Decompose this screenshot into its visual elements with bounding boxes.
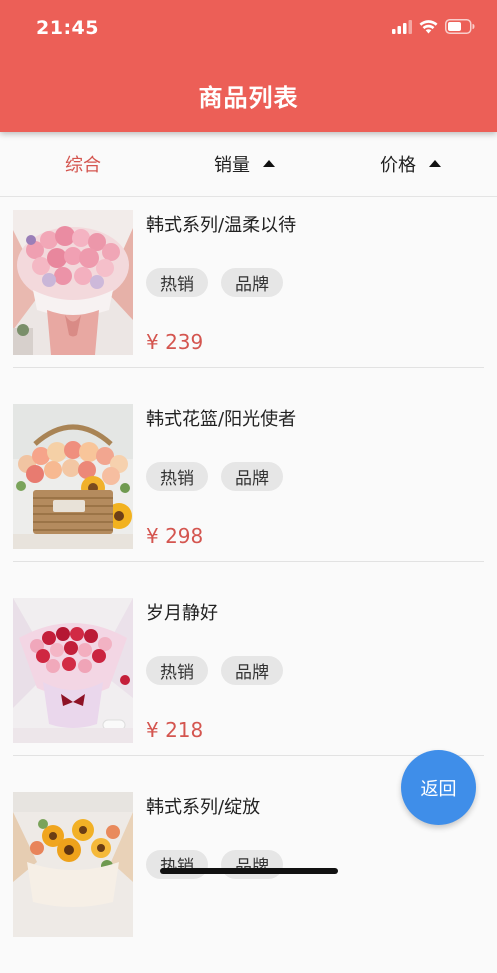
product-tags: 热销 品牌 xyxy=(146,850,283,879)
page-title: 商品列表 xyxy=(198,84,299,112)
status-time: 21:45 xyxy=(36,17,99,39)
tag-hot: 热销 xyxy=(146,850,208,879)
sort-tab-label: 综合 xyxy=(65,155,101,176)
sort-caret-up-icon xyxy=(429,159,441,167)
sort-tab-price[interactable]: 价格 xyxy=(380,132,441,196)
product-price: ¥ 239 xyxy=(146,330,204,354)
divider xyxy=(13,367,484,368)
sort-tab-label: 销量 xyxy=(214,155,250,176)
sort-tab-comprehensive[interactable]: 综合 xyxy=(65,132,101,196)
product-image-flower-basket xyxy=(13,404,133,549)
product-item[interactable]: 岁月静好 热销 品牌 ¥ 218 xyxy=(0,585,497,779)
back-button-label: 返回 xyxy=(420,778,457,800)
product-item[interactable]: 韩式花篮/阳光使者 热销 品牌 ¥ 298 xyxy=(0,391,497,585)
home-indicator xyxy=(160,868,338,874)
product-tags: 热销 品牌 xyxy=(146,656,283,685)
product-image-bouquet xyxy=(13,210,133,355)
product-price: ¥ 218 xyxy=(146,718,204,742)
wifi-icon xyxy=(419,19,438,33)
tag-brand: 品牌 xyxy=(221,462,283,491)
product-image-sunflower-bouquet xyxy=(13,792,133,937)
battery-icon xyxy=(445,19,475,34)
product-name: 岁月静好 xyxy=(146,603,218,624)
product-item[interactable]: 韩式系列/温柔以待 热销 品牌 ¥ 239 xyxy=(0,197,497,391)
sort-bar: 综合 销量 价格 xyxy=(0,132,497,197)
tag-brand: 品牌 xyxy=(221,850,283,879)
product-price: ¥ 298 xyxy=(146,524,204,548)
sort-tab-sales[interactable]: 销量 xyxy=(214,132,275,196)
tag-hot: 热销 xyxy=(146,268,208,297)
sort-tab-label: 价格 xyxy=(380,155,416,176)
product-image-rose-bouquet xyxy=(13,598,133,743)
product-tags: 热销 品牌 xyxy=(146,462,283,491)
product-name: 韩式花篮/阳光使者 xyxy=(146,409,297,430)
signal-icon xyxy=(392,19,412,34)
tag-brand: 品牌 xyxy=(221,268,283,297)
product-name: 韩式系列/绽放 xyxy=(146,797,261,818)
sort-caret-up-icon xyxy=(263,159,275,167)
app-header: 21:45 商品列表 xyxy=(0,0,497,132)
tag-brand: 品牌 xyxy=(221,656,283,685)
product-tags: 热销 品牌 xyxy=(146,268,283,297)
status-icons xyxy=(392,19,475,34)
back-button[interactable]: 返回 xyxy=(401,750,476,825)
product-name: 韩式系列/温柔以待 xyxy=(146,215,297,236)
divider xyxy=(13,561,484,562)
divider xyxy=(13,755,484,756)
tag-hot: 热销 xyxy=(146,462,208,491)
tag-hot: 热销 xyxy=(146,656,208,685)
